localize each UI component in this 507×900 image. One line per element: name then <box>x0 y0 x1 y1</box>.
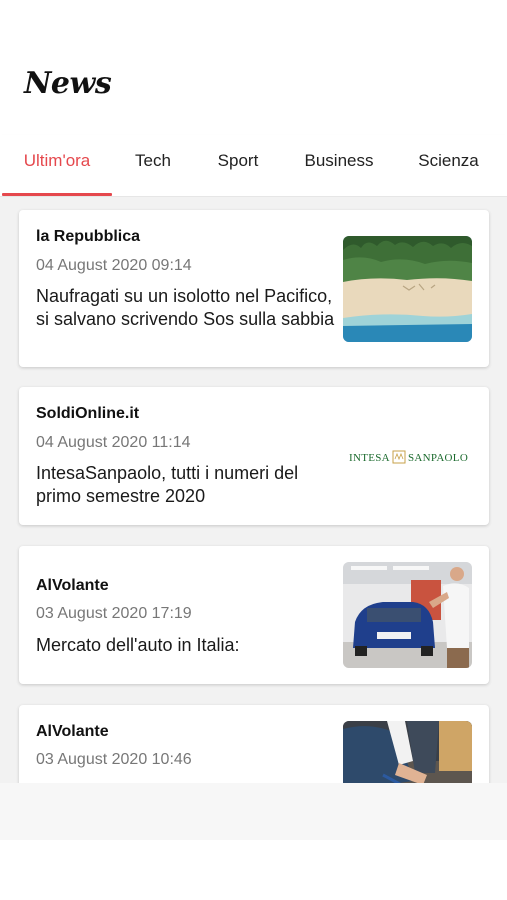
signing-document-photo <box>343 721 472 783</box>
news-thumbnail <box>343 562 472 668</box>
car-showroom-photo <box>343 562 472 668</box>
news-card[interactable]: la Repubblica 04 August 2020 09:14 Naufr… <box>19 210 489 367</box>
app-header: News <box>0 0 507 135</box>
news-date: 04 August 2020 11:14 <box>36 434 191 451</box>
tab-sport[interactable]: Sport <box>194 135 282 195</box>
news-date: 03 August 2020 10:46 <box>36 751 192 768</box>
svg-text:INTESA: INTESA <box>349 452 390 464</box>
intesa-sanpaolo-logo: INTESA SANPAOLO <box>349 450 468 464</box>
news-source: la Repubblica <box>36 228 141 245</box>
tab-ultimora[interactable]: Ultim'ora <box>2 135 112 195</box>
tab-scienza[interactable]: Scienza <box>396 135 501 195</box>
island-beach-photo <box>343 236 472 342</box>
news-date: 03 August 2020 17:19 <box>36 605 192 622</box>
app-logo: News <box>24 66 112 101</box>
news-date: 04 August 2020 09:14 <box>36 257 192 274</box>
news-thumbnail <box>343 236 472 342</box>
news-source: AlVolante <box>36 723 109 740</box>
news-card[interactable]: AlVolante 03 August 2020 10:46 <box>19 705 489 783</box>
category-tabs: Ultim'ora Tech Sport Business Scienza <box>0 135 507 197</box>
svg-text:SANPAOLO: SANPAOLO <box>408 452 468 464</box>
news-source: SoldiOnline.it <box>36 405 140 422</box>
tab-tech[interactable]: Tech <box>112 135 194 195</box>
news-card[interactable]: AlVolante 03 August 2020 17:19 Mercato d… <box>19 546 489 684</box>
news-feed[interactable]: la Repubblica 04 August 2020 09:14 Naufr… <box>0 197 507 783</box>
news-source: AlVolante <box>36 577 109 594</box>
news-headline: IntesaSanpaolo, tutti i numeri del primo… <box>36 463 299 506</box>
active-tab-indicator <box>2 193 112 196</box>
news-thumbnail: INTESA SANPAOLO <box>343 403 472 509</box>
news-headline: Mercato dell'auto in Italia: <box>36 635 240 655</box>
news-card[interactable]: SoldiOnline.it 04 August 2020 11:14 Inte… <box>19 387 489 525</box>
news-thumbnail <box>343 721 472 783</box>
bottom-area <box>0 783 507 840</box>
tab-business[interactable]: Business <box>282 135 396 195</box>
news-headline: Naufragati su un isolotto nel Pacifico, … <box>36 286 335 329</box>
